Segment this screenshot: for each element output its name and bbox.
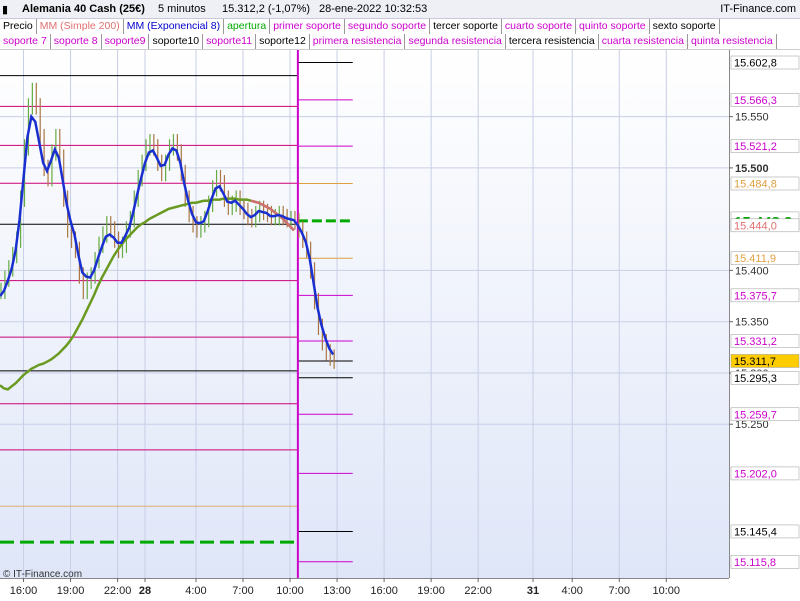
quote: 15.312,2 (-1,07%) xyxy=(222,3,311,15)
legend-item-0[interactable]: Precio xyxy=(0,19,37,34)
datetime: 28-ene-2022 10:32:53 xyxy=(319,3,428,15)
plot-area[interactable] xyxy=(0,50,729,578)
legend-item-r2-2[interactable]: soporte9 xyxy=(102,34,150,49)
legend-item-r2-9[interactable]: cuarta resistencia xyxy=(599,34,688,49)
window-icon: ▮ xyxy=(2,4,9,16)
legend-item-8[interactable]: quinto soporte xyxy=(576,19,650,34)
legend-row-2: soporte 7 soporte 8 soporte9 soporte10 sopor… xyxy=(0,34,800,50)
time-axis[interactable] xyxy=(0,578,729,601)
timeframe: 5 minutos xyxy=(158,3,206,15)
legend-item-6[interactable]: tercer soporte xyxy=(430,19,502,34)
legend-item-r2-8[interactable]: tercera resistencia xyxy=(506,34,599,49)
legend-item-9[interactable]: sexto soporte xyxy=(650,19,720,34)
instrument-name: Alemania 40 Cash (25€) xyxy=(22,3,145,15)
legend-row-1: Precio MM (Simple 200) MM (Exponencial 8) a… xyxy=(0,19,800,35)
brand: IT-Finance.com xyxy=(720,3,796,15)
legend-item-r2-6[interactable]: primera resistencia xyxy=(310,34,406,49)
legend-item-1[interactable]: MM (Simple 200) xyxy=(37,19,124,34)
legend-item-r2-1[interactable]: soporte 8 xyxy=(51,34,102,49)
legend-item-3[interactable]: apertura xyxy=(224,19,271,34)
title-bar: ▮ Alemania 40 Cash (25€) 5 minutos 15.31… xyxy=(0,0,800,19)
legend-item-r2-0[interactable]: soporte 7 xyxy=(0,34,51,49)
legend-item-7[interactable]: cuarto soporte xyxy=(502,19,577,34)
legend-item-r2-3[interactable]: soporte10 xyxy=(149,34,204,49)
legend-item-4[interactable]: primer soporte xyxy=(270,19,345,34)
legend-item-r2-10[interactable]: quinta resistencia xyxy=(688,34,777,49)
legend-item-r2-4[interactable]: soporte11 xyxy=(203,34,257,49)
legend-item-5[interactable]: segundo soporte xyxy=(345,19,431,34)
credit-label: © IT-Finance.com xyxy=(3,569,83,580)
legend-item-r2-5[interactable]: soporte12 xyxy=(256,34,310,49)
legend-item-2[interactable]: MM (Exponencial 8) xyxy=(124,19,225,34)
price-axis[interactable] xyxy=(729,50,800,578)
legend-item-r2-7[interactable]: segunda resistencia xyxy=(405,34,506,49)
